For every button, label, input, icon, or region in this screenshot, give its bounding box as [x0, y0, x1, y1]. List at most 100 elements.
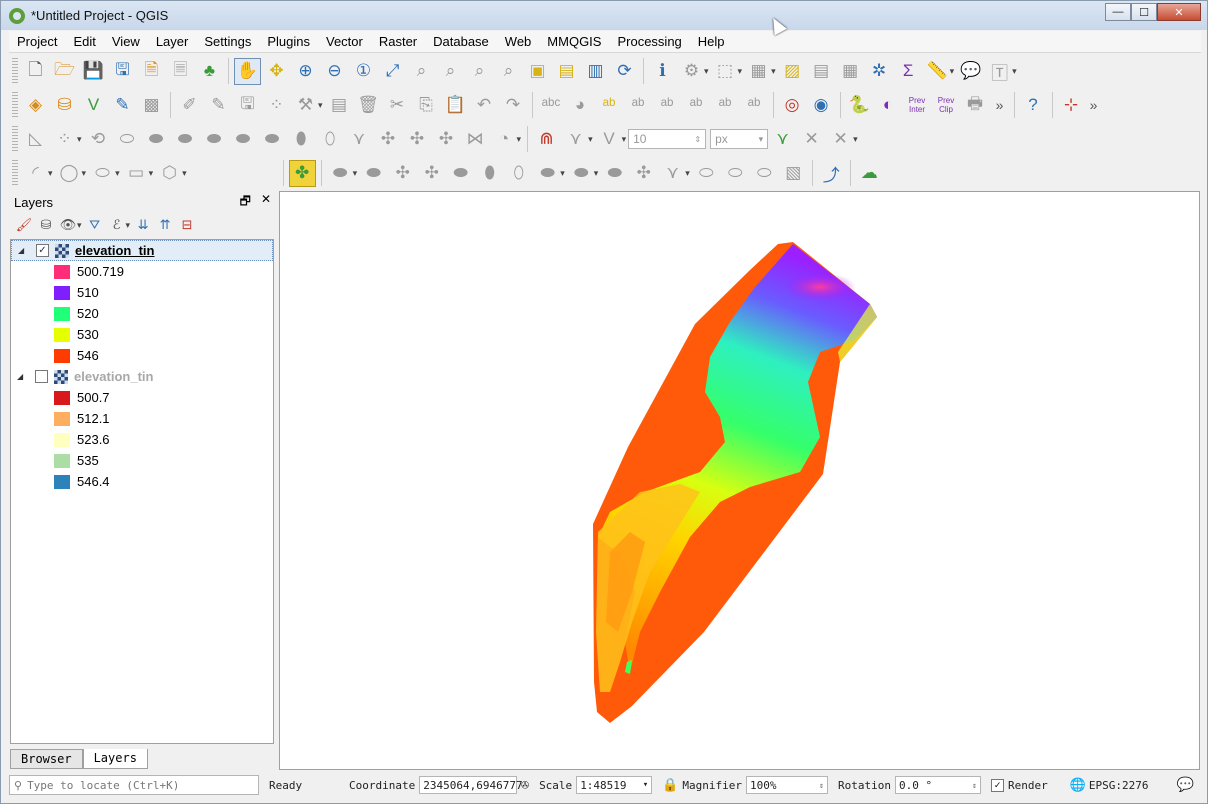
- reshape-features-icon[interactable]: ⬮: [288, 126, 315, 153]
- zoom-to-layer-icon[interactable]: ⌕: [437, 58, 464, 85]
- title-bar[interactable]: *Untitled Project - QGIS — ☐ ✕: [1, 1, 1207, 30]
- merge-features-icon[interactable]: ✣: [404, 126, 431, 153]
- plugin-green-blob-icon[interactable]: ☁: [856, 160, 883, 187]
- layer-visibility-checkbox[interactable]: [35, 370, 48, 383]
- change-label-icon[interactable]: ᵃᵇ: [741, 92, 768, 119]
- menu-vector[interactable]: Vector: [318, 31, 371, 53]
- new-bookmark-icon[interactable]: ▤: [553, 58, 580, 85]
- current-edits-icon[interactable]: ✐: [176, 92, 203, 119]
- filter-legend-icon[interactable]: ⛛: [84, 214, 106, 236]
- vertex-tool-icon[interactable]: ⚒: [292, 92, 319, 119]
- label-abc-icon[interactable]: ᵃᵇᶜ: [538, 92, 565, 119]
- digitize-line-icon[interactable]: ⬬: [568, 160, 595, 187]
- add-circle-icon[interactable]: ◯: [56, 160, 83, 187]
- chevron-down-icon[interactable]: ▾: [48, 168, 53, 179]
- delete-part-icon[interactable]: ⬬: [259, 126, 286, 153]
- chevron-down-icon[interactable]: ▾: [738, 66, 743, 77]
- tab-layers[interactable]: Layers: [82, 749, 148, 769]
- chevron-down-icon[interactable]: ▾: [82, 168, 87, 179]
- digitize-ring-icon[interactable]: ⬬: [360, 160, 387, 187]
- prev-clip-icon[interactable]: Prev Clip: [933, 92, 960, 119]
- toolbar-grip[interactable]: [12, 58, 18, 84]
- remove-layer-icon[interactable]: ⊟: [176, 214, 198, 236]
- python-console-icon[interactable]: 🐍: [846, 92, 873, 119]
- statistical-summary-icon[interactable]: Σ: [895, 58, 922, 85]
- snapping-tolerance-input[interactable]: 10 ⇕: [628, 129, 707, 149]
- style-manager-icon[interactable]: ♣: [196, 58, 223, 85]
- rotate-feature-icon[interactable]: ⟲: [85, 126, 112, 153]
- chevron-down-icon[interactable]: ▾: [622, 134, 627, 145]
- chevron-down-icon[interactable]: ▾: [318, 100, 323, 111]
- messages-icon[interactable]: 💬: [1177, 777, 1194, 793]
- tracing-icon[interactable]: ✕: [827, 126, 854, 153]
- digitize-area-icon[interactable]: ⬬: [601, 160, 628, 187]
- menu-view[interactable]: View: [104, 31, 148, 53]
- close-panel-icon[interactable]: ✕: [261, 192, 271, 213]
- chevron-down-icon[interactable]: ▾: [517, 134, 522, 145]
- save-as-icon[interactable]: 🖫: [109, 58, 136, 85]
- layer-row-elevation-tin-1[interactable]: ◢ ✓ elevation_tin: [11, 240, 273, 261]
- coordinate-field[interactable]: 2345064,6946777: [419, 776, 523, 794]
- add-rectangle-icon[interactable]: ▭: [123, 160, 150, 187]
- modify-attributes-icon[interactable]: ▤: [326, 92, 353, 119]
- plugin-leaf-icon[interactable]: ✤: [288, 159, 316, 187]
- expander-icon[interactable]: ◢: [18, 246, 28, 255]
- offset-point-symbol-icon[interactable]: ◔: [491, 126, 518, 153]
- expand-all-icon[interactable]: ⇊: [132, 214, 154, 236]
- layer-row-elevation-tin-2[interactable]: ◢ elevation_tin: [11, 366, 273, 387]
- help-icon[interactable]: ?: [1020, 92, 1047, 119]
- menu-settings[interactable]: Settings: [196, 31, 259, 53]
- print-icon[interactable]: 🖶: [962, 92, 989, 119]
- show-hide-labels-icon[interactable]: ᵃᵇ: [654, 92, 681, 119]
- prev-inter-icon[interactable]: Prev Inter: [904, 92, 931, 119]
- digitize-fill-icon[interactable]: ⬬: [447, 160, 474, 187]
- menu-processing[interactable]: Processing: [609, 31, 689, 53]
- show-bookmarks-icon[interactable]: ▥: [582, 58, 609, 85]
- measure-line-icon[interactable]: 📏: [924, 58, 951, 85]
- split-features-icon[interactable]: ⋎: [346, 126, 373, 153]
- tab-browser[interactable]: Browser: [10, 749, 83, 769]
- chevron-down-icon[interactable]: ▾: [588, 134, 593, 145]
- chevron-down-icon[interactable]: ▾: [560, 168, 565, 179]
- zoom-in-icon[interactable]: ⊕: [292, 58, 319, 85]
- scale-combobox[interactable]: 1:48519 ▾: [576, 776, 653, 794]
- advanced-digitize-icon[interactable]: ◺: [22, 126, 49, 153]
- toolbox-gear-icon[interactable]: ✲: [866, 58, 893, 85]
- digitize-vertex-icon[interactable]: ⋎: [659, 160, 686, 187]
- add-ring-icon[interactable]: ⬬: [143, 126, 170, 153]
- digitize-merge-icon[interactable]: ✣: [418, 160, 445, 187]
- plugin-lifebuoy-icon[interactable]: ◎: [779, 92, 806, 119]
- digitize-offset-icon[interactable]: ⬯: [505, 160, 532, 187]
- pin-labels-icon[interactable]: ᵃᵇ: [625, 92, 652, 119]
- paste-features-icon[interactable]: 📋: [442, 92, 469, 119]
- add-regular-polygon-icon[interactable]: ⬡: [156, 160, 183, 187]
- digitize-point-icon[interactable]: ⬬: [534, 160, 561, 187]
- digitize-stripes-icon[interactable]: ▧: [780, 160, 807, 187]
- field-calculator-icon[interactable]: ▦: [837, 58, 864, 85]
- float-panel-icon[interactable]: 🗗: [240, 192, 251, 213]
- collapse-all-icon[interactable]: ⇈: [154, 214, 176, 236]
- add-vector-layer-icon[interactable]: V: [80, 92, 107, 119]
- crosshair-icon[interactable]: ⊹: [1058, 92, 1085, 119]
- plugin-globe-icon[interactable]: ◉: [808, 92, 835, 119]
- spinner-arrows-icon[interactable]: ⇕: [819, 781, 824, 790]
- move-feature-icon[interactable]: ⁘: [51, 126, 78, 153]
- add-part-icon[interactable]: ⬬: [172, 126, 199, 153]
- chevron-down-icon[interactable]: ▾: [704, 66, 709, 77]
- snapping-intersection-icon[interactable]: ✕: [798, 126, 825, 153]
- menu-help[interactable]: Help: [690, 31, 733, 53]
- digitize-reshape-icon[interactable]: ⬮: [476, 160, 503, 187]
- rotate-label-icon[interactable]: ᵃᵇ: [712, 92, 739, 119]
- zoom-to-selection-icon[interactable]: ⌕: [408, 58, 435, 85]
- menu-raster[interactable]: Raster: [371, 31, 425, 53]
- attribute-table-icon[interactable]: ▤: [808, 58, 835, 85]
- map-canvas[interactable]: [279, 191, 1200, 770]
- delete-selected-icon[interactable]: 🗑: [355, 92, 382, 119]
- toolbar-grip[interactable]: [12, 126, 18, 152]
- data-source-manager-icon[interactable]: ◈: [22, 92, 49, 119]
- undo-icon[interactable]: ↶: [471, 92, 498, 119]
- zoom-last-icon[interactable]: ⌕: [466, 58, 493, 85]
- deselect-features-icon[interactable]: ▨: [779, 58, 806, 85]
- move-label-icon[interactable]: ᵃᵇ: [683, 92, 710, 119]
- minimize-button[interactable]: —: [1105, 3, 1131, 21]
